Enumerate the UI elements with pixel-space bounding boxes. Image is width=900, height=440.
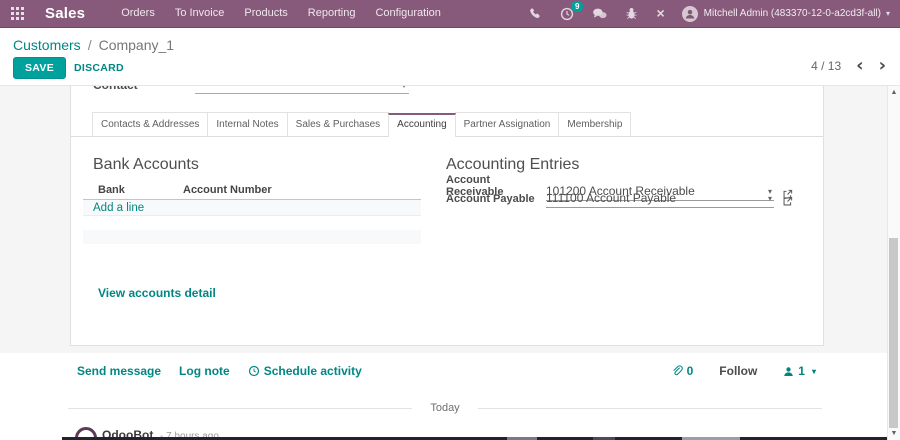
user-menu[interactable]: Mitchell Admin (483370-12-0-a2cd3f-all) …	[681, 5, 890, 22]
followers-button[interactable]: 1 ▾	[783, 364, 816, 378]
table-row	[83, 230, 421, 244]
send-message-button[interactable]: Send message	[77, 364, 161, 378]
attachments-button[interactable]: 0	[671, 364, 694, 378]
tab-internal-notes[interactable]: Internal Notes	[207, 112, 288, 136]
pager-next-icon[interactable]: ›	[879, 57, 886, 75]
chatter-tools: 0 Follow 1 ▾	[671, 364, 816, 378]
tab-contacts-addresses[interactable]: Contacts & Addresses	[92, 112, 209, 136]
clock-icon	[248, 365, 259, 377]
breadcrumb-customers[interactable]: Customers	[13, 37, 81, 53]
chevron-down-icon: ▾	[811, 366, 816, 376]
control-panel: Customers / Company_1 SAVE DISCARD 4 / 13 …	[0, 28, 900, 85]
accounting-entries-title: Accounting Entries	[446, 156, 580, 173]
log-note-button[interactable]: Log note	[179, 364, 230, 378]
save-button[interactable]: SAVE	[13, 57, 67, 79]
bank-table-header: Bank Account Number	[83, 180, 421, 200]
schedule-activity-button[interactable]: Schedule activity	[248, 364, 362, 378]
contact-field-input[interactable]	[195, 92, 409, 94]
odoo-sales-window: Sales Orders To Invoice Products Reporti…	[0, 0, 900, 440]
user-name: Mitchell Admin (483370-12-0-a2cd3f-all)	[703, 8, 881, 19]
follower-count: 1	[798, 364, 805, 378]
schedule-activity-label: Schedule activity	[263, 364, 362, 378]
account-payable-label: Account Payable	[446, 193, 535, 205]
bank-accounts-title: Bank Accounts	[93, 156, 199, 173]
form-sheet: Contact ▾ Contacts & Addresses Internal …	[70, 86, 824, 346]
breadcrumb-current: Company_1	[98, 37, 175, 53]
account-payable-value: 111100 Account Payable	[546, 191, 677, 205]
app-title[interactable]: Sales	[45, 5, 85, 22]
bug-icon[interactable]	[616, 7, 647, 20]
apps-grid-icon[interactable]	[11, 7, 24, 20]
tab-partner-assignation[interactable]: Partner Assignation	[454, 112, 560, 136]
dropdown-caret-icon: ▾	[767, 193, 772, 203]
person-icon	[784, 366, 794, 376]
content-area: Contact ▾ Contacts & Addresses Internal …	[0, 85, 900, 440]
activities-clock-icon[interactable]: 9	[551, 0, 584, 21]
account-payable-row: Account Payable 111100 Account Payable ▾	[446, 191, 793, 208]
menu-to-invoice[interactable]: To Invoice	[165, 0, 235, 27]
activity-count-badge: 9	[571, 0, 584, 12]
user-avatar	[681, 5, 698, 22]
notebook-tabs: Contacts & Addresses Internal Notes Sale…	[71, 112, 823, 137]
contact-field-caret-icon: ▾	[402, 86, 406, 90]
table-row	[83, 216, 421, 230]
messages-icon[interactable]	[583, 7, 616, 20]
menu-orders[interactable]: Orders	[111, 0, 165, 27]
view-accounts-detail-link[interactable]: View accounts detail	[98, 286, 216, 300]
scroll-down-icon[interactable]: ▼	[888, 430, 900, 437]
scroll-up-icon[interactable]: ▲	[888, 89, 900, 96]
navbar-systray: 9 × Mitchell Admin (483370-12-0-a2cd3f-a…	[520, 0, 900, 22]
discard-button[interactable]: DISCARD	[66, 57, 132, 79]
record-pager: 4 / 13 ‹ ›	[811, 57, 886, 75]
paperclip-icon	[672, 364, 683, 375]
contact-field-label: Contact	[93, 86, 138, 92]
chevron-down-icon: ▾	[885, 9, 890, 18]
chatter-buttons: Send message Log note Schedule activity	[77, 364, 362, 378]
menu-products[interactable]: Products	[234, 0, 297, 27]
pager-counter: 4 / 13	[811, 59, 842, 73]
column-account-number: Account Number	[183, 183, 272, 196]
scrollbar-thumb[interactable]	[889, 238, 898, 428]
date-divider: Today	[68, 402, 823, 414]
follow-button[interactable]: Follow	[719, 364, 757, 378]
main-menu: Orders To Invoice Products Reporting Con…	[111, 0, 451, 27]
external-link-icon[interactable]	[782, 196, 793, 208]
tab-membership[interactable]: Membership	[558, 112, 632, 136]
bank-accounts-table: Bank Account Number Add a line	[83, 180, 421, 244]
top-navbar: Sales Orders To Invoice Products Reporti…	[0, 0, 900, 28]
menu-reporting[interactable]: Reporting	[298, 0, 366, 27]
account-payable-select[interactable]: 111100 Account Payable ▾	[546, 191, 774, 208]
add-a-line-link[interactable]: Add a line	[83, 200, 421, 216]
breadcrumb: Customers / Company_1	[13, 37, 174, 53]
phone-icon[interactable]	[520, 7, 551, 20]
attachment-count: 0	[686, 364, 694, 378]
breadcrumb-separator: /	[87, 37, 92, 53]
vertical-scrollbar[interactable]: ▲ ▼	[887, 86, 900, 440]
close-tools-icon[interactable]: ×	[647, 6, 673, 20]
menu-configuration[interactable]: Configuration	[365, 0, 450, 27]
column-bank: Bank	[98, 183, 125, 196]
tab-sales-purchases[interactable]: Sales & Purchases	[286, 112, 390, 136]
date-divider-label: Today	[430, 402, 460, 414]
tab-accounting[interactable]: Accounting	[388, 113, 456, 137]
pager-previous-icon[interactable]: ‹	[856, 57, 863, 75]
